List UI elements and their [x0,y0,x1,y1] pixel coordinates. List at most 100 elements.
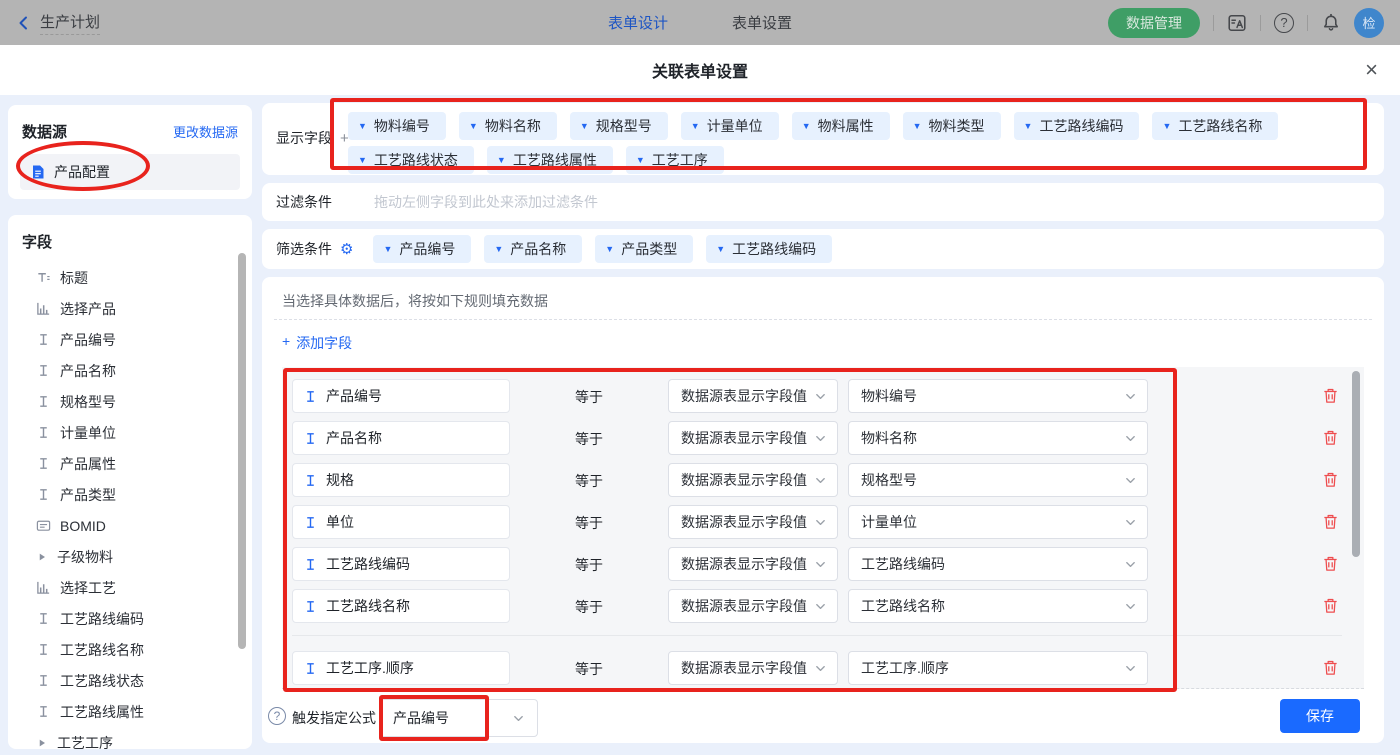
delete-rule-button[interactable] [1322,471,1339,488]
display-field-tag[interactable]: ▼工艺路线属性 [487,146,613,174]
field-item[interactable]: 产品名称 [8,355,252,386]
select-data-icon [36,580,51,595]
screening-field-tag[interactable]: ▼产品编号 [373,235,471,263]
display-field-tag[interactable]: ▼工艺工序 [626,146,724,174]
rule-value-select[interactable]: 物料名称 [848,421,1148,455]
chevron-down-icon [814,432,827,445]
document-icon [30,164,46,180]
display-field-tag[interactable]: ▼计量单位 [681,112,779,140]
fill-rules-hint: 当选择具体数据后，将按如下规则填充数据 [282,291,548,311]
divider [1213,15,1214,31]
rule-value-select[interactable]: 工艺路线编码 [848,547,1148,581]
operator-label: 等于 [575,597,603,617]
notification-bell-icon[interactable] [1321,13,1341,33]
chevron-down-icon [814,558,827,571]
rule-field-chip[interactable]: 产品名称 [292,421,510,455]
datasource-item-product-config[interactable]: 产品配置 [20,154,240,190]
rule-row: 工艺路线编码 等于 数据源表显示字段值 工艺路线编码 [282,547,1364,581]
caret-down-icon: ▼ [580,121,589,131]
trash-icon [1322,555,1339,572]
gear-icon[interactable]: ⚙ [340,240,353,258]
delete-rule-button[interactable] [1322,555,1339,572]
rule-source-select[interactable]: 数据源表显示字段值 [668,379,838,413]
help-icon[interactable]: ? [1274,13,1294,33]
tab-form-settings[interactable]: 表单设置 [732,12,792,33]
display-field-tag[interactable]: ▼工艺路线编码 [1014,112,1140,140]
rules-scrollbar[interactable] [1352,371,1360,557]
display-field-tag[interactable]: ▼物料类型 [903,112,1001,140]
rule-field-chip[interactable]: 工艺路线名称 [292,589,510,623]
filter-drop-placeholder[interactable]: 拖动左侧字段到此处来添加过滤条件 [374,192,598,212]
rule-field-chip[interactable]: 单位 [292,505,510,539]
display-field-tag[interactable]: ▼物料属性 [792,112,890,140]
delete-rule-button[interactable] [1322,429,1339,446]
data-manage-button[interactable]: 数据管理 [1108,8,1200,38]
trash-icon [1322,471,1339,488]
trigger-field-select[interactable]: 产品编号 [380,699,538,737]
delete-rule-button[interactable] [1322,513,1339,530]
avatar[interactable]: 检 [1354,8,1384,38]
rule-value-select[interactable]: 物料编号 [848,379,1148,413]
rule-field-chip[interactable]: 工艺工序.顺序 [292,651,510,685]
delete-rule-button[interactable] [1322,387,1339,404]
divider [274,319,1372,320]
display-field-tag[interactable]: ▼规格型号 [570,112,668,140]
display-fields-panel: 显示字段 + ▼物料编号 ▼物料名称 ▼规格型号 ▼计量单位 ▼物料属性 ▼物料… [262,103,1384,175]
change-datasource-link[interactable]: 更改数据源 [173,122,238,141]
display-field-tag[interactable]: ▼物料名称 [459,112,557,140]
help-icon[interactable]: ? [268,707,286,725]
field-item[interactable]: 子级物料 [8,541,252,572]
text-field-icon [36,487,51,502]
field-item[interactable]: 计量单位 [8,417,252,448]
rule-source-select[interactable]: 数据源表显示字段值 [668,421,838,455]
field-item[interactable]: 工艺路线状态 [8,665,252,696]
field-item[interactable]: 产品类型 [8,479,252,510]
rule-source-select[interactable]: 数据源表显示字段值 [668,651,838,685]
tab-form-design[interactable]: 表单设计 [608,12,668,33]
translate-icon[interactable] [1227,13,1247,33]
delete-rule-button[interactable] [1322,597,1339,614]
rule-source-select[interactable]: 数据源表显示字段值 [668,463,838,497]
add-field-button[interactable]: + 添加字段 [282,333,352,353]
close-icon[interactable]: × [1365,57,1378,83]
field-item[interactable]: 产品编号 [8,324,252,355]
field-item[interactable]: 规格型号 [8,386,252,417]
screening-field-tag[interactable]: ▼产品名称 [484,235,582,263]
field-item[interactable]: 工艺路线属性 [8,696,252,727]
rule-source-select[interactable]: 数据源表显示字段值 [668,547,838,581]
save-button[interactable]: 保存 [1280,699,1360,733]
rule-field-chip[interactable]: 产品编号 [292,379,510,413]
field-item[interactable]: 产品属性 [8,448,252,479]
rule-value-select[interactable]: 计量单位 [848,505,1148,539]
text-field-icon [303,389,318,404]
back-button[interactable]: 生产计划 [16,11,100,35]
field-item[interactable]: 工艺路线编码 [8,603,252,634]
sidebar-scrollbar[interactable] [238,253,246,649]
caret-down-icon: ▼ [716,244,725,254]
field-item[interactable]: 工艺路线名称 [8,634,252,665]
rule-value-select[interactable]: 工艺路线名称 [848,589,1148,623]
rule-field-chip[interactable]: 工艺路线编码 [292,547,510,581]
screening-field-tag[interactable]: ▼工艺路线编码 [706,235,832,263]
trigger-formula-label: 触发指定公式 [292,708,376,728]
delete-rule-button[interactable] [1322,659,1339,676]
trash-icon [1322,513,1339,530]
rule-field-chip[interactable]: 规格 [292,463,510,497]
field-item[interactable]: 选择产品 [8,293,252,324]
field-item[interactable]: 工艺工序 [8,727,252,749]
display-field-tag[interactable]: ▼物料编号 [348,112,446,140]
field-item[interactable]: 选择工艺 [8,572,252,603]
rule-source-select[interactable]: 数据源表显示字段值 [668,589,838,623]
datasource-title: 数据源 [22,121,67,142]
rule-value-select[interactable]: 工艺工序.顺序 [848,651,1148,685]
display-field-tag[interactable]: ▼工艺路线名称 [1152,112,1278,140]
trash-icon [1322,387,1339,404]
filter-conditions-panel: 过滤条件 拖动左侧字段到此处来添加过滤条件 [262,183,1384,221]
field-item[interactable]: BOMID [8,510,252,541]
display-field-tag[interactable]: ▼工艺路线状态 [348,146,474,174]
rule-value-select[interactable]: 规格型号 [848,463,1148,497]
screening-field-tag[interactable]: ▼产品类型 [595,235,693,263]
field-item[interactable]: 标题 [8,262,252,293]
topbar-actions: 数据管理 ? 检 [1108,8,1384,38]
rule-source-select[interactable]: 数据源表显示字段值 [668,505,838,539]
